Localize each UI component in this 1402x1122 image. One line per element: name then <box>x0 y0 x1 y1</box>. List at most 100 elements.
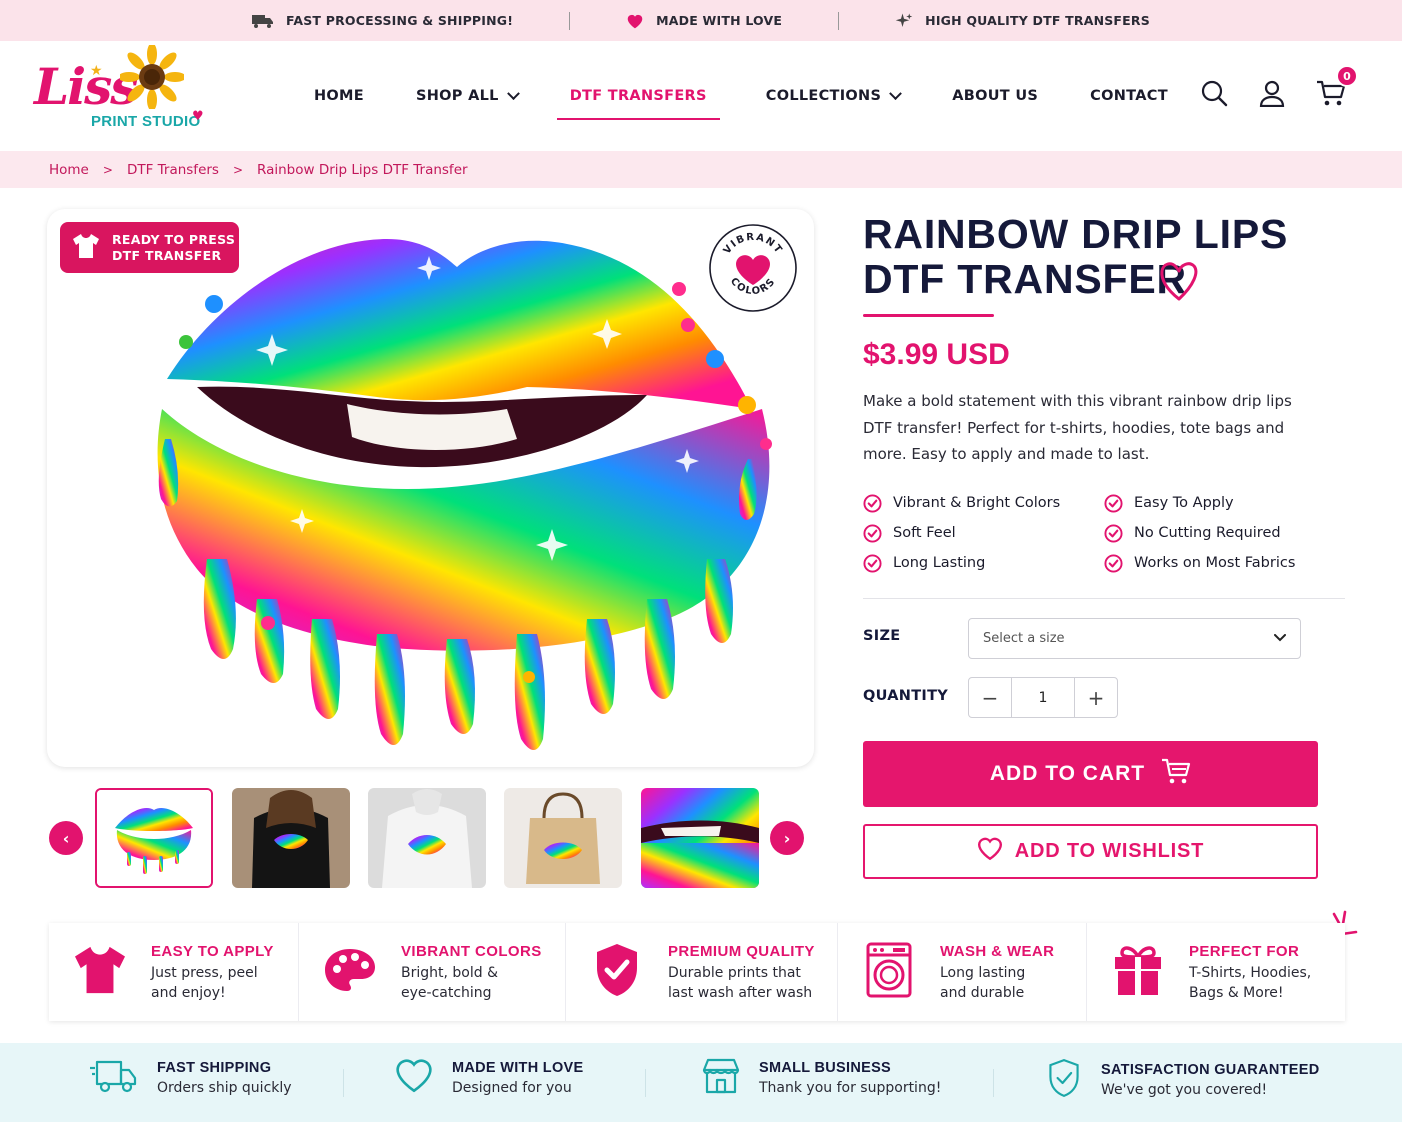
chevron-left-icon: ‹ <box>62 828 70 848</box>
thumbnail-tote-bag[interactable] <box>504 788 622 888</box>
card-text: Bags & More! <box>1189 984 1284 1001</box>
trust-title: MADE WITH LOVE <box>452 1060 584 1076</box>
breadcrumb-home[interactable]: Home <box>49 162 89 178</box>
feature-item: Long Lasting <box>863 552 1104 574</box>
cart-count-badge: 0 <box>1336 65 1358 87</box>
feature-label: Vibrant & Bright Colors <box>893 495 1061 511</box>
card-text: eye-catching <box>401 984 492 1001</box>
trust-item: FAST SHIPPING Orders ship quickly <box>89 1058 292 1098</box>
nav-home[interactable]: HOME <box>314 76 364 116</box>
trust-subtitle: Designed for you <box>452 1080 572 1096</box>
trust-title: FAST SHIPPING <box>157 1060 272 1076</box>
check-circle-icon <box>863 493 882 513</box>
site-header: Liss ★ PRINT STUDIO ♥ HOME SHOP ALL DTF … <box>0 41 1402 151</box>
divider <box>838 11 840 30</box>
card-title: PREMIUM QUALITY <box>668 942 815 960</box>
star-icon: ★ <box>90 63 103 79</box>
check-circle-icon <box>1104 553 1123 573</box>
product-price: $3.99 USD <box>863 338 1010 371</box>
search-icon[interactable] <box>1200 79 1228 111</box>
divider <box>993 1069 994 1097</box>
decrement-button[interactable]: − <box>969 678 1011 717</box>
add-to-cart-button[interactable]: ADD TO CART <box>863 741 1318 807</box>
card-text: Bright, bold & <box>401 964 498 981</box>
promo-love-text: MADE WITH LOVE <box>656 13 783 28</box>
chevron-down-icon <box>1274 631 1286 646</box>
announcement-bar: FAST PROCESSING & SHIPPING! MADE WITH LO… <box>0 0 1402 41</box>
thumbnail-white-hoodie[interactable] <box>368 788 486 888</box>
trust-subtitle: We've got you covered! <box>1101 1082 1268 1098</box>
chevron-right-icon: > <box>232 162 244 177</box>
badge-line2: DTF TRANSFER <box>112 247 222 263</box>
chevron-down-icon <box>506 86 520 100</box>
thumbnail-black-tshirt[interactable] <box>232 788 350 888</box>
product-main-image[interactable]: READY TO PRESS DTF TRANSFER VIBRANT COLO… <box>47 209 814 767</box>
promo-quality: HIGH QUALITY DTF TRANSFERS <box>895 12 1150 30</box>
nav-contact-label: CONTACT <box>1090 88 1168 104</box>
feature-label: No Cutting Required <box>1134 525 1281 541</box>
promo-shipping: FAST PROCESSING & SHIPPING! <box>252 13 513 28</box>
tshirt-icon <box>73 945 127 999</box>
account-icon[interactable] <box>1258 79 1286 111</box>
card-text: T-Shirts, Hoodies, <box>1189 964 1312 981</box>
header-actions: 0 <box>1200 65 1358 111</box>
product-title: RAINBOW DRIP LIPS DTF TRANSFER <box>863 212 1333 302</box>
nav-collections-label: COLLECTIONS <box>765 88 882 104</box>
heart-icon: ♥ <box>192 109 204 124</box>
quantity-input[interactable]: 1 <box>1011 678 1075 717</box>
vibrant-colors-stamp: VIBRANT COLORS <box>708 223 798 313</box>
add-to-wishlist-button[interactable]: ADD TO WISHLIST <box>863 824 1318 879</box>
truck-icon <box>252 14 274 28</box>
feature-label: Soft Feel <box>893 525 956 541</box>
feature-item: Vibrant & Bright Colors <box>863 492 1104 514</box>
nav-shop-all[interactable]: SHOP ALL <box>416 76 520 116</box>
gift-icon <box>1113 943 1163 1001</box>
rainbow-lips-image <box>157 239 772 750</box>
trust-title: SATISFACTION GUARANTEED <box>1101 1062 1320 1078</box>
tshirt-icon <box>72 233 100 263</box>
chevron-right-icon: › <box>783 828 791 848</box>
nav-dtf-transfers-label: DTF TRANSFERS <box>569 88 707 104</box>
card-text: Long lasting <box>940 964 1026 981</box>
main-nav: HOME SHOP ALL DTF TRANSFERS COLLECTIONS … <box>314 41 1168 151</box>
feature-item: Soft Feel <box>863 522 1104 544</box>
cart-icon <box>1161 757 1191 791</box>
add-to-cart-label: ADD TO CART <box>989 762 1146 785</box>
shield-check-icon <box>1045 1058 1083 1102</box>
breadcrumb: Home > DTF Transfers > Rainbow Drip Lips… <box>0 151 1402 188</box>
thumbnail-lips-closeup[interactable] <box>641 788 759 888</box>
cart-icon[interactable]: 0 <box>1316 65 1358 111</box>
feature-card: VIBRANT COLORS Bright, bold & eye-catching <box>299 923 566 1021</box>
thumbnail-lips[interactable] <box>95 788 213 888</box>
feature-label: Works on Most Fabrics <box>1134 555 1296 571</box>
feature-label: Easy To Apply <box>1134 495 1234 511</box>
thumbnail-carousel: ‹ › <box>49 788 806 888</box>
check-circle-icon <box>1104 523 1123 543</box>
heart-outline-icon <box>1158 259 1200 307</box>
card-text: and enjoy! <box>151 984 226 1001</box>
washing-machine-icon <box>865 942 913 1002</box>
increment-button[interactable]: + <box>1075 678 1117 717</box>
promo-love: MADE WITH LOVE <box>626 13 782 29</box>
product-title-line1: RAINBOW DRIP LIPS <box>863 211 1289 257</box>
plus-icon: + <box>1087 685 1105 710</box>
size-select[interactable]: Select a size <box>968 618 1301 659</box>
breadcrumb-dtf-transfers[interactable]: DTF Transfers <box>127 162 219 178</box>
nav-collections[interactable]: COLLECTIONS <box>765 76 903 116</box>
promo-quality-text: HIGH QUALITY DTF TRANSFERS <box>925 13 1150 28</box>
minus-icon: − <box>981 685 999 710</box>
feature-item: No Cutting Required <box>1104 522 1334 544</box>
prev-arrow-button[interactable]: ‹ <box>49 821 83 855</box>
chevron-right-icon: > <box>102 162 113 177</box>
nav-dtf-transfers[interactable]: DTF TRANSFERS <box>556 76 720 120</box>
feature-card: PERFECT FOR T-Shirts, Hoodies, Bags & More… <box>1087 923 1345 1021</box>
product-title-line2: DTF TRANSFER <box>863 256 1187 302</box>
heart-icon <box>626 13 644 29</box>
nav-about-us[interactable]: ABOUT US <box>952 76 1038 116</box>
next-arrow-button[interactable]: › <box>770 821 804 855</box>
size-select-value: Select a size <box>983 631 1065 646</box>
nav-contact[interactable]: CONTACT <box>1090 76 1168 116</box>
card-text: and durable <box>940 984 1025 1001</box>
logo[interactable]: Liss ★ PRINT STUDIO ♥ <box>34 43 214 140</box>
product-description: Make a bold statement with this vibrant … <box>863 392 1292 463</box>
